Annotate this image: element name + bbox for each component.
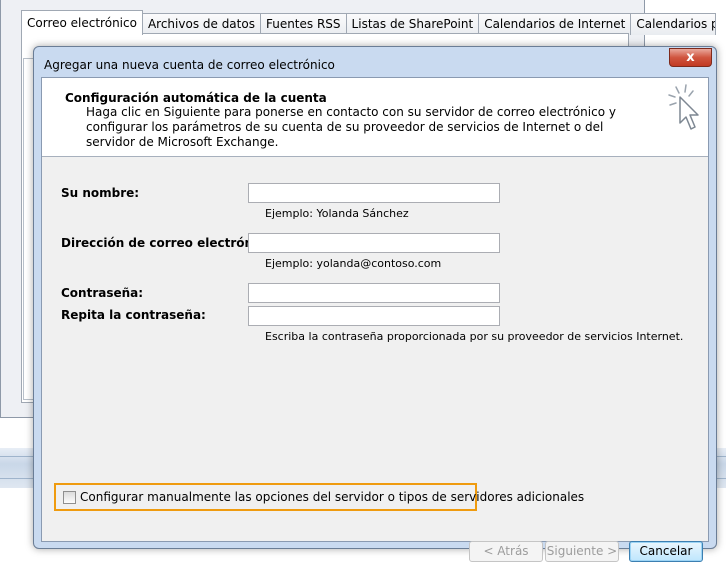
cursor-sparkle-icon <box>668 84 699 130</box>
repeat-password-input[interactable] <box>248 306 500 326</box>
dialog-client: Configuración automática de la cuenta Ha… <box>41 77 709 562</box>
dialog-title: Agregar una nueva cuenta de correo elect… <box>44 58 335 72</box>
close-icon: x <box>686 50 695 65</box>
manual-config-label[interactable]: Configurar manualmente las opciones del … <box>80 490 584 504</box>
password-hint: Escriba la contraseña proporcionada por … <box>265 330 684 343</box>
wizard-description: Haga clic en Siguiente para ponerse en c… <box>86 105 616 149</box>
email-label: Dirección de correo electrónico: <box>61 236 278 250</box>
manual-config-checkbox[interactable] <box>63 491 76 504</box>
add-account-dialog: Agregar una nueva cuenta de correo elect… <box>33 46 717 562</box>
name-hint: Ejemplo: Yolanda Sánchez <box>265 207 409 220</box>
name-label: Su nombre: <box>61 186 140 200</box>
password-label: Contraseña: <box>61 286 144 300</box>
email-hint: Ejemplo: yolanda@contoso.com <box>265 257 442 270</box>
account-settings-tabs: Correo electrónico Archivos de datos Fue… <box>21 10 717 35</box>
tab-internet-calendars[interactable]: Calendarios de Internet <box>478 13 632 35</box>
name-input[interactable] <box>248 183 500 203</box>
tab-rss-feeds[interactable]: Fuentes RSS <box>259 13 347 35</box>
dialog-titlebar[interactable]: Agregar una nueva cuenta de correo elect… <box>34 47 716 79</box>
email-input[interactable] <box>248 233 500 253</box>
repeat-password-label: Repita la contraseña: <box>61 308 206 322</box>
tab-data-files[interactable]: Archivos de datos <box>141 13 261 35</box>
tab-email[interactable]: Correo electrónico <box>21 10 143 35</box>
tab-sharepoint-lists[interactable]: Listas de SharePoint <box>345 13 480 35</box>
password-input[interactable] <box>248 283 500 303</box>
wizard-header: Configuración automática de la cuenta Ha… <box>42 78 708 157</box>
account-form: Su nombre: Ejemplo: Yolanda Sánchez Dire… <box>42 157 708 562</box>
tab-published-calendars[interactable]: Calendarios p <box>630 13 717 35</box>
close-button[interactable]: x <box>669 48 712 67</box>
wizard-heading: Configuración automática de la cuenta <box>65 91 327 105</box>
manual-config-highlight: Configurar manualmente las opciones del … <box>54 483 584 511</box>
